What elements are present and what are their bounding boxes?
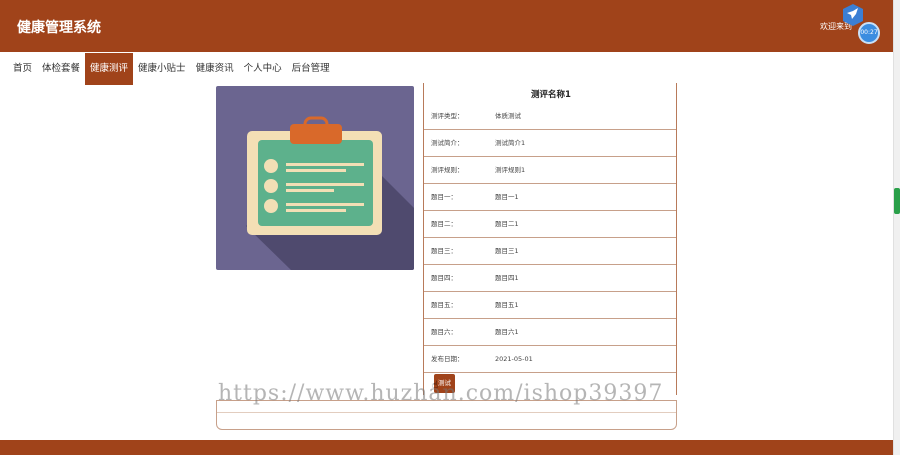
scrollbar[interactable] [893,0,900,455]
nav-item-health-tips[interactable]: 健康小贴士 [133,53,191,85]
footer-bar [0,440,893,455]
detail-row-question-1: 题目一： 题目一1 [424,184,676,211]
scrollbar-thumb[interactable] [894,188,900,214]
timer-badge[interactable]: 00:27 [858,22,880,44]
row-value: 题目六1 [495,328,519,336]
row-label: 题目四： [431,274,457,282]
row-label: 题目五： [431,301,457,309]
row-label: 测评规则： [431,166,464,174]
detail-row-publish-date: 发布日期： 2021-05-01 [424,346,676,373]
row-value: 测试简介1 [495,139,526,147]
detail-row-question-2: 题目二： 题目二1 [424,211,676,238]
detail-row-rules: 测评规则： 测评规则1 [424,157,676,184]
row-label: 题目三： [431,247,457,255]
divider [217,412,676,413]
bird-icon[interactable] [842,3,864,27]
row-label: 测评类型： [431,112,464,120]
assessment-title: 测评名称1 [531,90,571,100]
detail-row-question-5: 题目五： 题目五1 [424,292,676,319]
row-label: 题目六： [431,328,457,336]
nav-item-health-news[interactable]: 健康资讯 [191,53,239,85]
nav-item-health-assessment[interactable]: 健康测评 [85,53,134,85]
row-label: 测试简介： [431,139,464,147]
detail-row-type: 测评类型： 体质测试 [424,103,676,130]
nav-item-admin[interactable]: 后台管理 [287,53,335,85]
detail-row-question-6: 题目六： 题目六1 [424,319,676,346]
row-label: 发布日期： [431,355,464,363]
detail-row-question-3: 题目三： 题目三1 [424,238,676,265]
nav-item-checkup-packages[interactable]: 体检套餐 [37,53,85,85]
watermark-text: https://www.huzhan.com/ishop39397 [218,381,664,406]
row-value: 题目二1 [495,220,519,228]
row-label: 题目二： [431,220,457,228]
row-value: 题目一1 [495,193,519,201]
row-label: 题目一： [431,193,457,201]
row-value: 2021-05-01 [495,355,533,363]
top-header-bar: 健康管理系统 欢迎来到 [0,0,893,52]
nav-item-personal-center[interactable]: 个人中心 [239,53,287,85]
main-nav: 首页 体检套餐 健康测评 健康小贴士 健康资讯 个人中心 后台管理 [8,53,335,85]
row-value: 题目四1 [495,274,519,282]
row-value: 题目三1 [495,247,519,255]
detail-row-intro: 测试简介： 测试简介1 [424,130,676,157]
app-title: 健康管理系统 [17,20,101,36]
product-image [216,86,414,270]
nav-item-home[interactable]: 首页 [8,53,37,85]
assessment-detail-panel: 测评名称1 测评类型： 体质测试 测试简介： 测试简介1 测评规则： 测评规则1… [423,83,677,395]
row-value: 测评规则1 [495,166,526,174]
detail-row-question-4: 题目四： 题目四1 [424,265,676,292]
row-value: 体质测试 [495,112,521,120]
row-value: 题目五1 [495,301,519,309]
clipboard-icon [246,116,414,270]
